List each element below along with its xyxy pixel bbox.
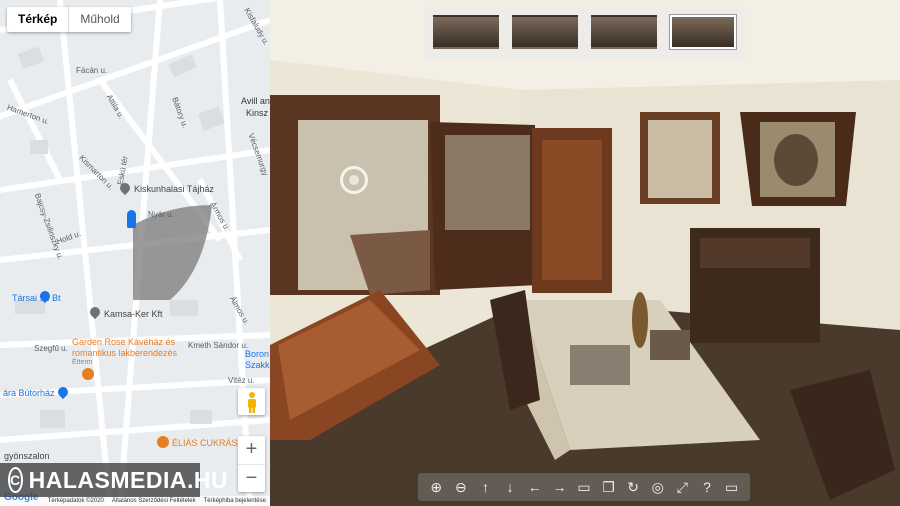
hide-toolbar-icon[interactable]: ▭	[722, 479, 742, 496]
zoom-in-icon[interactable]: ⊕	[426, 479, 446, 496]
terms-link[interactable]: Általános Szerződési Feltételek	[112, 496, 196, 506]
zoom-in-button[interactable]: +	[238, 436, 265, 465]
street-label: Szegfű u.	[34, 344, 68, 353]
arrow-right-icon[interactable]: →	[549, 479, 569, 495]
location-marker-icon	[127, 210, 136, 228]
poi-kamsa[interactable]: Kamsa-Ker Kft	[104, 309, 163, 319]
cafe-pin-icon	[82, 368, 94, 380]
street-label: Nyár u.	[148, 210, 174, 219]
zoom-out-icon[interactable]: ⊖	[451, 479, 471, 496]
viewer-toolbar: ⊕ ⊖ ↑ ↓ ← → ▭ ❐ ↻ ◎ ⤢ ? ▭	[418, 473, 750, 501]
vr-glasses-icon[interactable]: ▭	[574, 479, 594, 496]
poi-szakkere[interactable]: Szakkere	[245, 360, 270, 370]
scene-thumbnail[interactable]	[591, 15, 657, 49]
zoom-controls: + −	[238, 436, 265, 492]
map-panel[interactable]: Térkép Műhold Kisfaludy u. Fácán u. Atti…	[0, 0, 270, 506]
street-label: Vitéz u.	[228, 376, 255, 385]
poi-garden-line3: Étterm	[72, 359, 93, 366]
poi-garden-line1[interactable]: Garden Rose Kávéház és	[72, 337, 175, 347]
map-roads	[0, 0, 270, 506]
scene-thumbnail-selected[interactable]	[670, 15, 736, 49]
cafe-pin-icon	[157, 436, 169, 448]
map-view-button[interactable]: Térkép	[7, 7, 70, 32]
copyright-icon: C	[8, 467, 23, 493]
scene-thumbnails	[425, 7, 745, 59]
panorama-viewer[interactable]: ⊕ ⊖ ↑ ↓ ← → ▭ ❐ ↻ ◎ ⤢ ? ▭	[270, 0, 900, 506]
room-scene	[270, 0, 900, 506]
poi-tarsai[interactable]: Társai 93 Bt	[12, 293, 61, 303]
globe-icon[interactable]: ◎	[648, 479, 668, 496]
rotate-icon[interactable]: ↻	[623, 479, 643, 496]
street-label: Kinsz	[246, 108, 269, 118]
arrow-down-icon[interactable]: ↓	[500, 479, 520, 495]
arrow-left-icon[interactable]: ←	[525, 479, 545, 495]
scene-thumbnail[interactable]	[433, 15, 499, 49]
gallery-icon[interactable]: ❐	[599, 479, 619, 496]
poi-boron[interactable]: Boron	[245, 349, 269, 359]
map-type-toggle: Térkép Műhold	[7, 7, 131, 32]
poi-garden-line2[interactable]: romantikus lakberendezés	[72, 348, 177, 358]
poi-gyonszalon: gyönszalon	[4, 451, 50, 461]
navigation-hotspot[interactable]	[340, 166, 368, 194]
poi-tajhaz[interactable]: Kiskunhalasi Tájház	[134, 184, 214, 194]
map-footer: Térképadatok ©2020 Általános Szerződési …	[0, 496, 270, 506]
watermark-text: HALASMEDIA.HU	[28, 466, 229, 493]
zoom-out-button[interactable]: −	[238, 465, 265, 493]
report-error-link[interactable]: Térképhiba bejelentése	[204, 496, 266, 506]
view-cone	[133, 205, 212, 300]
fullscreen-icon[interactable]: ⤢	[672, 479, 692, 496]
poi-butorhaz[interactable]: ára Bútorház	[3, 388, 55, 398]
street-label: Avill an	[241, 96, 270, 106]
map-data-credit: Térképadatok ©2020	[47, 498, 104, 504]
scene-thumbnail[interactable]	[512, 15, 578, 49]
street-label: Fácán u.	[76, 66, 108, 75]
help-icon[interactable]: ?	[697, 479, 717, 495]
satellite-view-button[interactable]: Műhold	[69, 7, 130, 32]
halasmedia-watermark: C HALASMEDIA.HU	[0, 463, 228, 497]
street-label: Kmeth Sándor u.	[188, 341, 249, 350]
arrow-up-icon[interactable]: ↑	[476, 479, 496, 495]
poi-elias[interactable]: ÉLIÁS CUKRÁSZ	[172, 438, 243, 448]
street-view-pegman-icon[interactable]	[238, 388, 265, 415]
